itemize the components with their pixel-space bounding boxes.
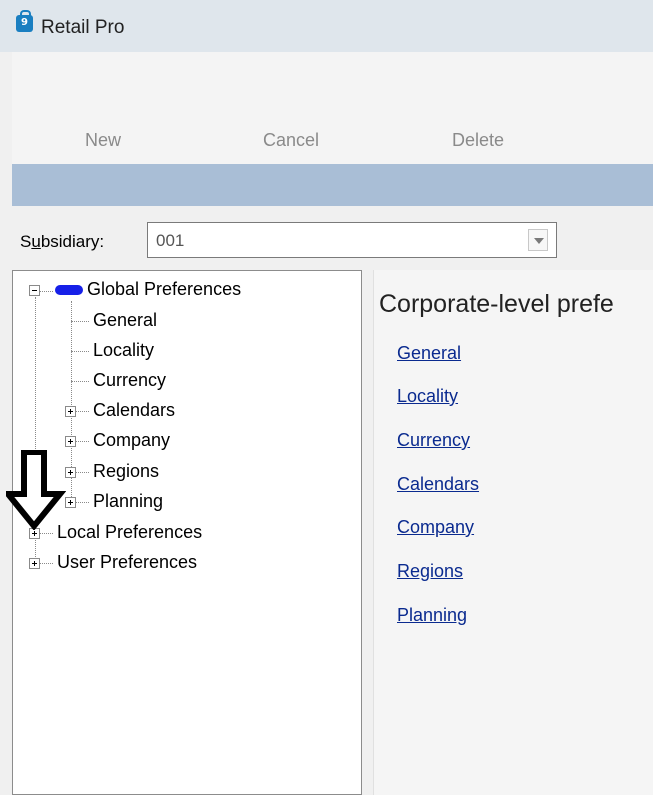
cancel-button[interactable]: Cancel [263, 130, 319, 151]
tree-item-local[interactable]: Local Preferences [57, 522, 202, 543]
preferences-tree: Global Preferences General Locality Curr… [12, 270, 362, 795]
regions-expand-toggle[interactable] [65, 467, 76, 478]
shopping-bag-icon [16, 10, 33, 32]
arrow-down-icon [6, 450, 66, 530]
chevron-down-icon[interactable] [528, 229, 548, 251]
tree-item-general[interactable]: General [93, 310, 157, 331]
tree-item-user[interactable]: User Preferences [57, 552, 197, 573]
header-bar [12, 164, 653, 206]
link-planning[interactable]: Planning [397, 605, 467, 626]
user-expand-toggle[interactable] [29, 558, 40, 569]
tree-item-regions[interactable]: Regions [93, 461, 159, 482]
link-calendars[interactable]: Calendars [397, 474, 479, 495]
planning-expand-toggle[interactable] [65, 497, 76, 508]
delete-button[interactable]: Delete [452, 130, 504, 151]
link-regions[interactable]: Regions [397, 561, 463, 582]
tree-item-company[interactable]: Company [93, 430, 170, 451]
company-expand-toggle[interactable] [65, 436, 76, 447]
tree-item-calendars[interactable]: Calendars [93, 400, 175, 421]
subsidiary-select[interactable]: 001 [147, 222, 557, 258]
window-title: Retail Pro [41, 17, 125, 38]
link-general[interactable]: General [397, 343, 461, 364]
subsidiary-label: Subsidiary: [20, 232, 105, 251]
link-locality[interactable]: Locality [397, 386, 458, 407]
tree-item-currency[interactable]: Currency [93, 370, 166, 391]
globe-icon [55, 285, 83, 295]
global-collapse-toggle[interactable] [29, 285, 40, 296]
page-title: Corporate-level prefe [379, 290, 614, 318]
title-bar: Retail Pro [0, 0, 653, 52]
calendars-expand-toggle[interactable] [65, 406, 76, 417]
tree-item-global[interactable]: Global Preferences [87, 279, 241, 300]
link-currency[interactable]: Currency [397, 430, 470, 451]
tree-item-locality[interactable]: Locality [93, 340, 154, 361]
link-company[interactable]: Company [397, 517, 474, 538]
toolbar: New Cancel Delete [12, 52, 653, 164]
subsidiary-value: 001 [156, 231, 185, 250]
tree-item-planning[interactable]: Planning [93, 491, 163, 512]
new-button[interactable]: New [85, 130, 121, 151]
